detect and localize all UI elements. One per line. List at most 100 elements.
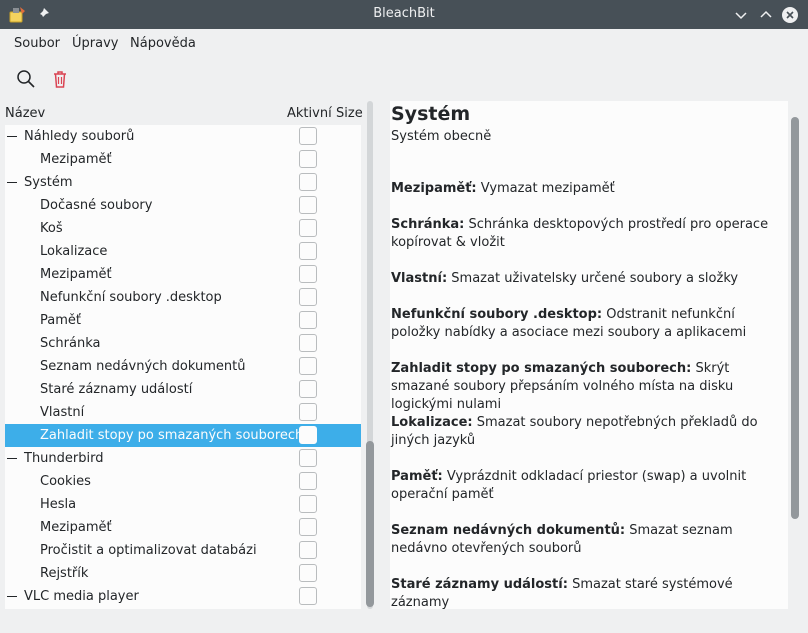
minimize-button[interactable]	[731, 5, 751, 25]
active-checkbox[interactable]	[299, 196, 317, 214]
collapse-icon[interactable]	[7, 458, 17, 459]
column-size-header[interactable]: Size	[336, 106, 363, 121]
tree-item-label: Koš	[40, 221, 63, 236]
tree-item-label: Vlastní	[40, 405, 85, 420]
preview-button[interactable]	[14, 67, 38, 91]
active-checkbox[interactable]	[299, 426, 317, 444]
tree-item-row[interactable]: Dočasné soubory	[5, 194, 361, 217]
active-checkbox[interactable]	[299, 587, 317, 605]
tree-item-row[interactable]: Koš	[5, 217, 361, 240]
tree-item-row[interactable]: Pročistit a optimalizovat databázi	[5, 539, 361, 562]
tree-item-label: Pročistit a optimalizovat databázi	[40, 543, 257, 558]
active-checkbox[interactable]	[299, 127, 317, 145]
tree-item-row[interactable]: Mezipaměť	[5, 263, 361, 286]
menu-help[interactable]: Nápověda	[130, 36, 196, 51]
tree-item-row[interactable]: Rejstřík	[5, 562, 361, 585]
tree-item-label: VLC media player	[24, 589, 139, 604]
maximize-button[interactable]	[756, 5, 776, 25]
tree-item-label: Paměť	[40, 313, 81, 328]
active-checkbox[interactable]	[299, 518, 317, 536]
active-checkbox[interactable]	[299, 219, 317, 237]
active-checkbox[interactable]	[299, 288, 317, 306]
tree-scrollbar-thumb[interactable]	[366, 441, 374, 607]
tree-group-row[interactable]: Systém	[5, 171, 361, 194]
description-entry-name: Paměť:	[391, 469, 443, 484]
active-checkbox[interactable]	[299, 150, 317, 168]
tree-item-row[interactable]: Zahladit stopy po smazaných souborech	[5, 424, 361, 447]
column-name-header[interactable]: Název	[5, 106, 45, 121]
trash-icon	[48, 71, 72, 95]
active-checkbox[interactable]	[299, 495, 317, 513]
description-heading: Systém	[391, 103, 471, 125]
active-checkbox[interactable]	[299, 380, 317, 398]
tree-item-label: Cookies	[40, 474, 91, 489]
description-entry: Mezipaměť: Vymazat mezipaměť	[391, 180, 783, 198]
description-entry-name: Nefunkční soubory .desktop:	[391, 307, 603, 322]
tree-item-label: Nefunkční soubory .desktop	[40, 290, 222, 305]
toolbar	[0, 59, 808, 99]
tree-item-row[interactable]: Paměť	[5, 309, 361, 332]
description-entry: Schránka: Schránka desktopových prostřed…	[391, 216, 783, 252]
tree-item-label: Staré záznamy událostí	[40, 382, 193, 397]
tree-item-label: Thunderbird	[24, 451, 104, 466]
description-entry: Lokalizace: Smazat soubory nepotřebných …	[391, 414, 783, 450]
active-checkbox[interactable]	[299, 472, 317, 490]
tree-item-label: Mezipaměť	[40, 152, 112, 167]
description-entry: Zahladit stopy po smazaných souborech: S…	[391, 360, 783, 414]
search-icon	[14, 70, 38, 95]
active-checkbox[interactable]	[299, 265, 317, 283]
active-checkbox[interactable]	[299, 173, 317, 191]
tree-group-row[interactable]: Náhledy souborů	[5, 125, 361, 148]
description-entry-name: Lokalizace:	[391, 415, 473, 430]
window-title: BleachBit	[373, 6, 435, 21]
description-scrollbar-thumb[interactable]	[791, 117, 799, 519]
tree-item-label: Systém	[24, 175, 73, 190]
tree-scrollbar[interactable]	[363, 101, 377, 609]
menu-file[interactable]: Soubor	[14, 36, 60, 51]
clean-button[interactable]	[48, 67, 72, 91]
description-entry-name: Mezipaměť:	[391, 181, 477, 196]
menu-edit[interactable]: Úpravy	[72, 36, 118, 51]
description-panel: Systém Systém obecně Mezipaměť: Vymazat …	[390, 101, 788, 609]
active-checkbox[interactable]	[299, 242, 317, 260]
active-checkbox[interactable]	[299, 403, 317, 421]
tree-item-row[interactable]: Cookies	[5, 470, 361, 493]
tree-item-row[interactable]: Mezipaměť	[5, 148, 361, 171]
active-checkbox[interactable]	[299, 334, 317, 352]
tree-item-row[interactable]: Staré záznamy událostí	[5, 378, 361, 401]
close-button[interactable]	[780, 5, 800, 25]
active-checkbox[interactable]	[299, 357, 317, 375]
tree-group-row[interactable]: VLC media player	[5, 585, 361, 608]
description-entry-name: Staré záznamy událostí:	[391, 577, 568, 592]
tree-item-label: Mezipaměť	[40, 520, 112, 535]
description-entry-text: Smazat uživatelsky určené soubory a slož…	[451, 271, 739, 286]
description-entry: Paměť: Vyprázdnit odkladací priestor (sw…	[391, 468, 783, 504]
cleaner-tree: Náhledy souborů Mezipaměť Systém Dočasné so…	[5, 125, 361, 609]
description-entry-name: Seznam nedávných dokumentů:	[391, 523, 626, 538]
description-entry: Nefunkční soubory .desktop: Odstranit ne…	[391, 306, 783, 342]
tree-group-row[interactable]: Thunderbird	[5, 447, 361, 470]
active-checkbox[interactable]	[299, 564, 317, 582]
tree-item-row[interactable]: Hesla	[5, 493, 361, 516]
tree-item-label: Seznam nedávných dokumentů	[40, 359, 246, 374]
tree-item-label: Schránka	[40, 336, 101, 351]
collapse-icon[interactable]	[7, 596, 17, 597]
tree-item-row[interactable]: Lokalizace	[5, 240, 361, 263]
description-entry-name: Zahladit stopy po smazaných souborech:	[391, 361, 692, 376]
column-active-header[interactable]: Aktivní	[287, 106, 332, 121]
tree-item-label: Mezipaměť	[40, 267, 112, 282]
tree-item-row[interactable]: Seznam nedávných dokumentů	[5, 355, 361, 378]
collapse-icon[interactable]	[7, 136, 17, 137]
collapse-icon[interactable]	[7, 182, 17, 183]
description-entry: Staré záznamy událostí: Smazat staré sys…	[391, 576, 783, 609]
active-checkbox[interactable]	[299, 541, 317, 559]
description-entry: Vlastní: Smazat uživatelsky určené soubo…	[391, 270, 783, 288]
tree-item-row[interactable]: Vlastní	[5, 401, 361, 424]
tree-item-label: Hesla	[40, 497, 77, 512]
tree-item-row[interactable]: Mezipaměť	[5, 516, 361, 539]
tree-item-row[interactable]: Schránka	[5, 332, 361, 355]
active-checkbox[interactable]	[299, 311, 317, 329]
active-checkbox[interactable]	[299, 449, 317, 467]
description-scrollbar[interactable]	[788, 101, 802, 609]
tree-item-row[interactable]: Nefunkční soubory .desktop	[5, 286, 361, 309]
